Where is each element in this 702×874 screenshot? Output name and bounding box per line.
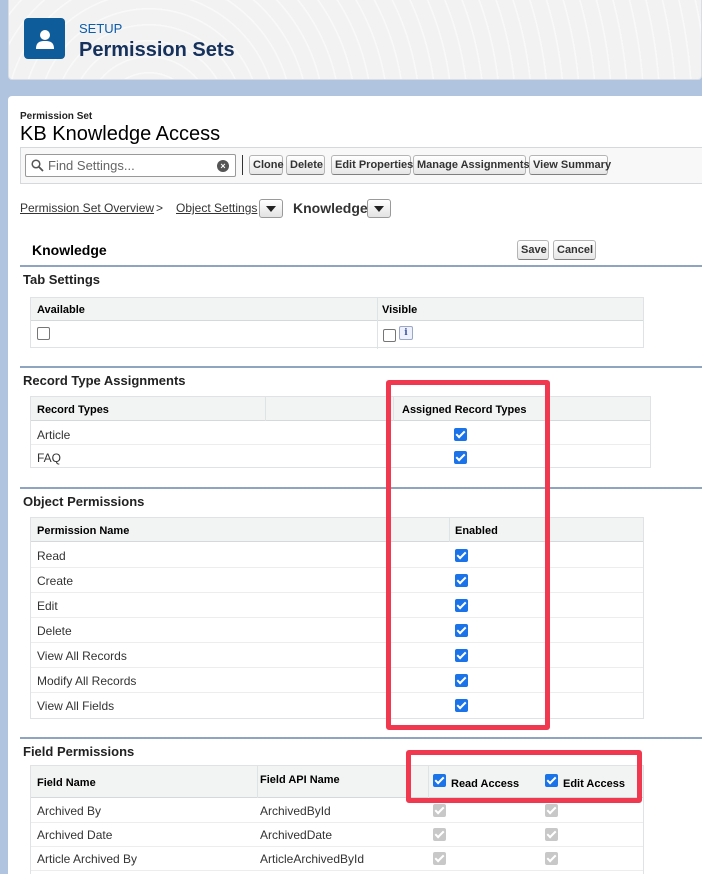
clear-search-icon[interactable]: × — [217, 160, 229, 172]
breadcrumb-object-settings[interactable]: Object Settings — [176, 201, 257, 215]
record-type-name: FAQ — [37, 451, 62, 465]
object-title: Knowledge — [32, 242, 107, 258]
field-edit-access-checkbox — [545, 852, 558, 865]
column-header: Visible — [382, 304, 418, 316]
toolbar-separator — [242, 155, 243, 175]
tab-settings-table: Available Visible i — [30, 297, 644, 349]
field-name: Archived By — [37, 804, 102, 818]
record-types-title: Record Type Assignments — [23, 373, 186, 388]
permission-name: Modify All Records — [37, 674, 137, 688]
user-icon — [24, 18, 65, 59]
field-edit-access-checkbox — [545, 828, 558, 841]
tab-available-checkbox[interactable] — [37, 327, 50, 340]
field-api-name: ArticleArchivedById — [260, 852, 365, 866]
find-settings-box[interactable]: × — [25, 154, 236, 177]
cancel-button[interactable]: Cancel — [553, 240, 596, 260]
clone-button[interactable]: Clone — [249, 155, 284, 175]
permission-name: Read — [37, 549, 66, 563]
object-permissions-table: Permission Name Enabled Read Create Edit De… — [30, 517, 644, 719]
field-name: Article Archived By — [37, 852, 138, 866]
object-settings-dropdown[interactable] — [259, 199, 283, 218]
column-header: Field API Name — [260, 774, 340, 786]
edit-properties-button[interactable]: Edit Properties — [331, 155, 413, 175]
tab-settings-title: Tab Settings — [23, 272, 101, 287]
knowledge-dropdown[interactable] — [367, 199, 391, 218]
object-permissions-title: Object Permissions — [23, 494, 145, 509]
find-settings-input[interactable] — [48, 157, 213, 174]
breadcrumb-permission-set-overview[interactable]: Permission Set Overview — [20, 201, 154, 215]
section-divider — [20, 366, 702, 368]
permission-name: Create — [37, 574, 74, 588]
main-panel: Permission Set KB Knowledge Access × Clo… — [8, 96, 702, 874]
highlight-box — [386, 380, 550, 730]
field-api-name: ArchivedById — [260, 804, 331, 818]
column-header: Available — [37, 304, 85, 316]
breadcrumb-separator: > — [156, 201, 164, 215]
permission-name: Delete — [37, 624, 72, 638]
column-header: Field Name — [37, 777, 96, 789]
search-icon — [31, 159, 44, 172]
delete-button[interactable]: Delete — [286, 155, 325, 175]
breadcrumb-current: Knowledge — [293, 200, 368, 216]
table-header — [31, 298, 643, 321]
setup-header: SETUP Permission Sets — [8, 0, 702, 80]
permission-name: View All Fields — [37, 699, 115, 713]
setup-eyebrow: SETUP — [79, 21, 123, 36]
record-type-name: Article — [37, 428, 71, 442]
table-header — [31, 397, 650, 421]
page-title: Permission Sets — [79, 39, 235, 61]
field-api-name: ArchivedDate — [260, 828, 333, 842]
info-icon[interactable]: i — [399, 326, 413, 340]
permission-set-name: KB Knowledge Access — [20, 123, 221, 145]
permission-name: View All Records — [37, 649, 127, 663]
field-name: Archived Date — [37, 828, 113, 842]
save-button[interactable]: Save — [517, 240, 549, 260]
permission-name: Edit — [37, 599, 58, 613]
section-divider — [20, 487, 702, 489]
view-summary-button[interactable]: View Summary — [529, 155, 611, 175]
highlight-box — [406, 750, 642, 803]
field-read-access-checkbox — [433, 852, 446, 865]
toolbar: × Clone Delete Edit Properties Manage As… — [20, 147, 702, 184]
manage-assignments-button[interactable]: Manage Assignments — [413, 155, 530, 175]
field-edit-access-checkbox — [545, 804, 558, 817]
field-permissions-title: Field Permissions — [23, 744, 135, 759]
tab-visible-checkbox[interactable] — [383, 329, 396, 342]
permission-set-label: Permission Set — [20, 111, 93, 122]
section-divider — [20, 265, 702, 267]
field-read-access-checkbox — [433, 804, 446, 817]
record-types-table: Record Types Assigned Record Types Artic… — [30, 396, 651, 468]
column-header: Record Types — [37, 404, 109, 416]
column-header: Permission Name — [37, 525, 130, 537]
field-read-access-checkbox — [433, 828, 446, 841]
section-divider — [20, 737, 702, 739]
